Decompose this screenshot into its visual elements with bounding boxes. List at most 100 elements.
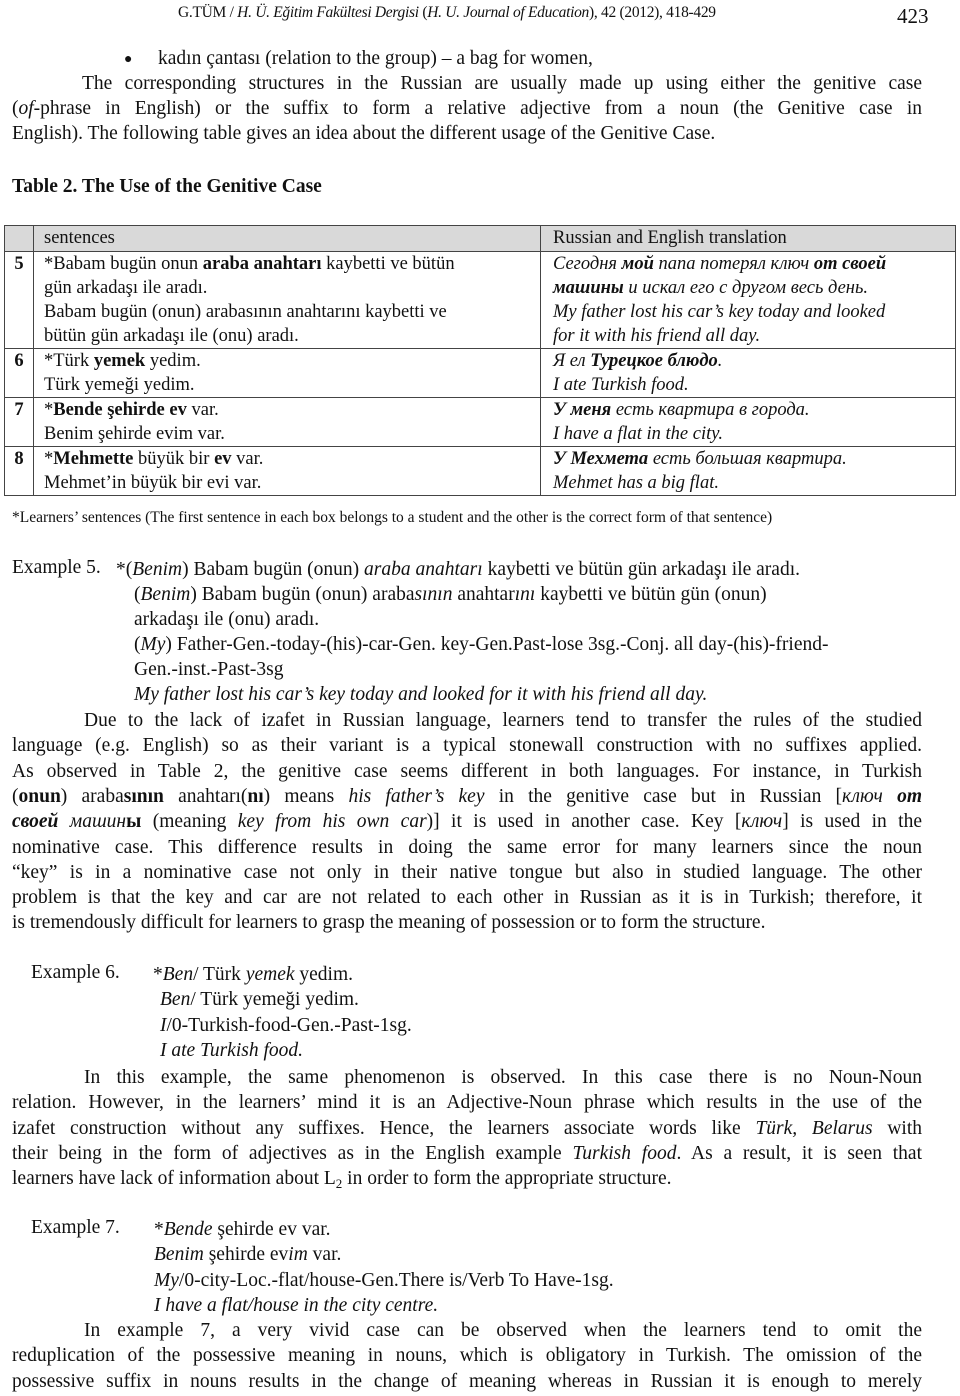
sentence-line: *Bende şehirde ev var. [44, 398, 534, 422]
paragraph-line: In example 7, a very vivid case can be o… [84, 1318, 922, 1343]
sentence-line: *Mehmette büyük bir ev var. [44, 447, 534, 471]
text-run: G.TÜM / [178, 4, 238, 21]
header-num [4, 225, 34, 252]
text-run: Benim [132, 559, 183, 580]
text-run: ключ [842, 785, 898, 807]
text-run: My [154, 1269, 179, 1291]
header-translation: Russian and English translation [540, 225, 956, 252]
translation-line: I ate Turkish food. [553, 373, 949, 397]
text-run: I ate Turkish food. [160, 1039, 304, 1061]
translation-line: машины и искал его с другом весь день. [553, 276, 949, 300]
text-run: büyük bir [133, 449, 215, 469]
text-run: * [44, 449, 54, 469]
text-run: gün arkadaşı ile aradı. [44, 278, 208, 298]
text-run: yemek [245, 964, 295, 985]
row-number: 8 [4, 446, 34, 496]
text-run: и искал его с другом весь день. [623, 278, 869, 298]
paragraph-line: problem is that the key and car are not … [12, 885, 922, 910]
paragraph-line: своей машины (meaning key from his own c… [12, 809, 922, 834]
text-run: Mehmet has a big flat. [553, 473, 719, 493]
text-run: possessive suffix in nouns results in th… [12, 1370, 922, 1392]
text-run: I have a flat in the city. [553, 424, 724, 444]
text-run: (meaning [141, 811, 238, 833]
text-run: машины [553, 278, 624, 298]
text-run: Bende [163, 1219, 213, 1240]
text-run: ) Father-Gen.-today-(his)-car-Gen. key-G… [165, 634, 829, 655]
example5-line: arkadaşı ile (onu) aradı. [134, 607, 319, 632]
text-run: I ate Turkish food. [553, 375, 689, 395]
text-run: H. Ü. Eğitim Fakültesi Dergisi [237, 4, 419, 21]
sentences-cell: *Babam bugün onun araba anahtarı kaybett… [33, 251, 541, 349]
genitive-case-table: sentences Russian and English translatio… [4, 225, 956, 496]
translation-line: У меня есть квартира в города. [553, 398, 949, 422]
paragraph-line: (onun) arabasının anahtarı(nı) means his… [12, 784, 922, 809]
text-run: is tremendously difficult for learners t… [12, 912, 766, 934]
paragraph-line: language (e.g. English) so as their vari… [12, 733, 922, 758]
paragraph-line: izafet construction without any suffixes… [12, 1116, 922, 1141]
text-run: onun [18, 785, 61, 807]
text-run: My father lost his car’s key today and l… [134, 684, 708, 705]
sentence-line: bütün gün arkadaşı ile (onu) aradı. [44, 324, 534, 348]
translation-line: Сегодня мой папа потерял ключ от своей [553, 252, 949, 276]
text-run: ) Babam bugün (onun) [182, 559, 365, 580]
bullet-item: kadın çantası (relation to the group) – … [158, 46, 593, 71]
text-run: nı [247, 785, 264, 807]
text-run: Mehmette [53, 449, 134, 469]
text-run: reduplication of the possessive meaning … [12, 1345, 922, 1367]
text-run: Gen.-inst.-Past-3sg [134, 659, 284, 680]
table-footnote: *Learners’ sentences (The first sentence… [12, 509, 773, 526]
table-row: 6 *Türk yemek yedim. Türk yemeği yedim. Я … [4, 348, 956, 398]
translation-line: My father lost his car’s key today and l… [553, 300, 949, 324]
sentence-line: Benim şehirde evim var. [44, 422, 534, 446]
text-run: от своей [813, 254, 887, 274]
table-row: 5 *Babam bugün onun araba anahtarı kaybet… [4, 251, 956, 349]
text-run: У Мехмета [553, 449, 649, 469]
text-run: in the genitive case but in Russian [ [484, 785, 843, 807]
text-run: anahtar [452, 584, 515, 605]
example5-label: Example 5. [12, 557, 101, 578]
example5-line: (Benim) Babam bugün (onun) arabasının an… [134, 582, 767, 607]
example6-line: *Ben/ Türk yemek yedim. [153, 962, 353, 987]
text-run: Benim şehirde evim var. [44, 424, 225, 444]
sentence-line: *Türk yemek yedim. [44, 349, 534, 373]
text-run: anahtarı( [163, 785, 248, 807]
row-number: 6 [4, 348, 34, 398]
text-run: / Türk yemeği yedim. [190, 989, 359, 1011]
text-run: Due to the lack of izafet in Russian lan… [84, 710, 922, 731]
row-number: 7 [4, 397, 34, 447]
paragraph-line: In this example, the same phenomenon is … [84, 1065, 922, 1090]
text-run: of [18, 98, 34, 119]
text-run: /0-city-Loc.-flat/house-Gen.There is/Ver… [178, 1269, 614, 1291]
text-run: Ben [162, 964, 194, 985]
text-run: ) means [263, 785, 349, 807]
text-run: learners have lack of information about … [12, 1168, 336, 1190]
text-run: kaybetti ve bütün gün arkadaşı ile aradı… [482, 559, 801, 580]
text-run: ы [126, 811, 142, 833]
sentences-cell: *Türk yemek yedim. Türk yemeği yedim. [33, 348, 541, 398]
text-run: arkadaşı ile (onu) aradı. [134, 609, 320, 630]
text-run: Ben [160, 989, 191, 1011]
text-run: ключ [741, 811, 783, 833]
paragraph-line: relation. However, in the learners’ mind… [12, 1090, 922, 1115]
table-header-row: sentences Russian and English translatio… [4, 225, 956, 252]
text-run: yedim. [294, 964, 354, 985]
example7-line: Benim şehirde evim var. [154, 1242, 341, 1267]
journal-citation: G.TÜM / H. Ü. Eğitim Fakültesi Dergisi (… [178, 4, 716, 22]
text-run: своей [12, 811, 59, 833]
text-run: yedim. [145, 351, 201, 371]
example7-line: I have a flat/house in the city centre. [154, 1293, 438, 1318]
text-run: In example 7, a very vivid case can be o… [84, 1320, 922, 1341]
text-run: im [288, 1244, 308, 1266]
text-run: Benim [154, 1244, 204, 1266]
text-run: ını [514, 584, 536, 605]
text-run: with [872, 1117, 923, 1139]
translation-line: У Мехмета есть большая квартира. [553, 447, 949, 471]
text-run: problem is that the key and car are not … [12, 887, 922, 909]
translation-line: for it with his friend all day. [553, 324, 949, 348]
text-run: машин [58, 811, 127, 833]
text-run: bütün gün arkadaşı ile (onu) aradı. [44, 326, 299, 346]
translation-cell: У Мехмета есть большая квартира. Mehmet h… [540, 446, 956, 496]
text-run: Babam bugün (onun) arabasının anahtarını… [44, 302, 447, 322]
row-number: 5 [4, 251, 34, 349]
text-run: kaybetti ve bütün [321, 254, 455, 274]
